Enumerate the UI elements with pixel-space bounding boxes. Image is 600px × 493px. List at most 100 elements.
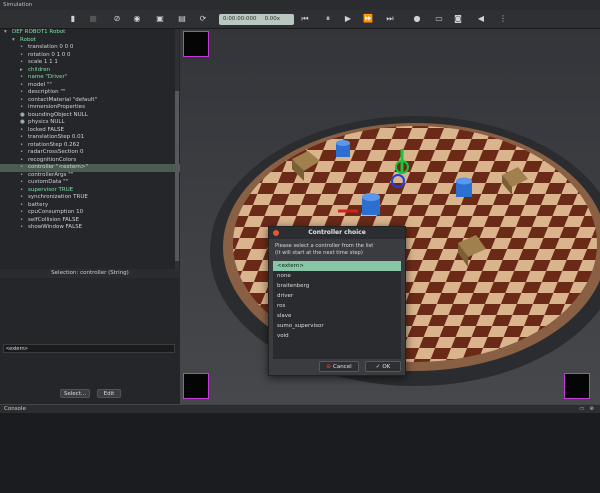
panel-icon[interactable]: ▮ [68,14,78,24]
tree-item-label: Robot [20,36,36,43]
edit-controller-button[interactable]: Edit [97,389,121,398]
controller-list[interactable]: <extern> none braitenberg driver ros slave sum… [273,261,401,359]
video-icon[interactable]: ▭ [434,14,444,24]
dialog-title: Controller choice [308,229,366,236]
tree-item[interactable]: ▾ DEF ROBOT1 Robot [0,29,180,37]
tree-item-label: translationStep 0.01 [28,134,85,140]
tree-item-label: battery [28,201,49,208]
console-header: Console ▭ ⊗ [0,404,600,413]
tree-item[interactable]: • name "Driver" [0,74,180,82]
controller-option[interactable]: none [273,271,401,281]
tree-item[interactable]: • battery [0,202,180,210]
bullet-icon: ● [20,111,25,118]
tree-item[interactable]: • locked FALSE [0,127,180,135]
scene-tree-scrollbar[interactable] [175,29,179,269]
step-back-icon[interactable]: ⏮ [300,14,310,24]
dialog-prompt-line1: Please select a controller from the list [275,243,374,249]
tree-item[interactable]: ● boundingObject NULL [0,112,180,120]
bullet-icon: • [20,224,24,230]
tree-item[interactable]: • scale 1 1 1 [0,59,180,67]
tree-item-label: rotation 0 1 0 0 [28,51,71,58]
bullet-icon: • [20,44,24,50]
bullet-icon: • [20,171,24,178]
tree-item[interactable]: • rotationStep 0.262 [0,142,180,150]
eye-icon[interactable]: ◉ [132,14,142,24]
bullet-icon: • [20,104,24,110]
bullet-icon: • [20,164,24,170]
main-toolbar: ▮ ■ ⊘ ◉ ▣ ▤ ⟳ 0:00:00:000 0.00x ⏮ ⏸ ▶ ⏩ … [0,10,600,29]
controller-option[interactable]: braitenberg [273,281,401,291]
bullet-icon: • [20,81,24,88]
volume-level-icon[interactable]: ⋮ [498,14,508,24]
fastest-icon[interactable]: ⏭ [385,14,395,24]
dialog-prompt: Please select a controller from the list… [275,243,403,257]
tree-item[interactable]: • translation 0 0 0 [0,44,180,52]
check-icon: ✓ [375,363,381,370]
tree-item[interactable]: • recognitionColors [0,157,180,165]
tree-item[interactable]: • contactMaterial "default" [0,97,180,105]
tree-item[interactable]: • description "" [0,89,180,97]
expander-icon[interactable]: ▸ [20,67,28,75]
tree-item-label: supervisor TRUE [28,186,74,193]
tree-item[interactable]: ▸ children [0,67,180,75]
scrollbar-thumb[interactable] [175,91,179,261]
play-icon[interactable]: ▶ [343,14,353,24]
tree-item-label: controllerArgs "" [28,171,74,178]
tree-item-label: description "" [28,89,66,95]
tree-item[interactable]: • controllerArgs "" [0,172,180,180]
record-icon[interactable]: ● [412,14,422,24]
tree-item-label: model "" [28,81,52,88]
cancel-button[interactable]: ⊘ Cancel [319,361,359,372]
tree-item[interactable]: • customData "" [0,179,180,187]
tree-item[interactable]: ▾ Robot [0,37,180,45]
scene-tree-panel: ▾ DEF ROBOT1 Robot ▾ Robot • translation 0 0 … [0,29,180,404]
tree-item-label: customData "" [28,179,69,185]
expander-icon[interactable]: ▾ [12,37,20,45]
target-icon[interactable]: ⊘ [112,14,122,24]
pause-icon[interactable]: ⏸ [323,14,333,24]
controller-option[interactable]: void [273,331,401,341]
controller-option[interactable]: ros [273,301,401,311]
controller-field-input[interactable] [3,344,175,353]
bullet-icon: • [20,216,24,223]
tree-item[interactable]: • controller "<extern>" [0,164,180,172]
save-alt-icon[interactable]: ▤ [177,14,187,24]
save-icon[interactable]: ▣ [155,14,165,24]
controller-option[interactable]: <extern> [273,261,401,271]
tree-item-label: showWindow FALSE [28,224,83,230]
tree-item[interactable]: • supervisor TRUE [0,187,180,195]
tree-item-label: rotationStep 0.262 [28,141,80,148]
controller-option[interactable]: driver [273,291,401,301]
blank-icon[interactable]: ■ [88,14,98,24]
bullet-icon: • [20,156,24,163]
tree-item[interactable]: • cpuConsumption 10 [0,209,180,217]
bullet-icon: • [20,141,24,148]
simulation-time: 0:00:00:000 [223,16,257,22]
tree-item[interactable]: • translationStep 0.01 [0,134,180,142]
tree-item[interactable]: ● physics NULL [0,119,180,127]
controller-option[interactable]: slave [273,311,401,321]
tree-item[interactable]: • model "" [0,82,180,90]
expander-icon[interactable]: ▾ [4,29,12,37]
controller-option[interactable]: sumo_supervisor [273,321,401,331]
reload-icon[interactable]: ⟳ [198,14,208,24]
tree-item-label: radarCrossSection 0 [28,149,84,155]
bullet-icon: • [20,51,24,58]
tree-item-label: synchronization TRUE [28,194,88,200]
tree-item[interactable]: • rotation 0 1 0 0 [0,52,180,60]
tree-item[interactable]: • selfCollision FALSE [0,217,180,225]
bullet-icon: • [20,179,24,185]
select-controller-button[interactable]: Select... [60,389,90,398]
fast-forward-icon[interactable]: ⏩ [363,14,373,24]
tree-item[interactable]: • showWindow FALSE [0,224,180,232]
ok-button[interactable]: ✓ OK [365,361,401,372]
camera-icon[interactable]: ◙ [453,14,463,24]
tree-item[interactable]: • immersionProperties [0,104,180,112]
console-output[interactable] [0,413,600,493]
tree-item[interactable]: • synchronization TRUE [0,194,180,202]
tree-item-label: translation 0 0 0 [28,44,74,50]
viewport-corner-bottom-left [183,373,209,399]
volume-icon[interactable]: ◀ [476,14,486,24]
field-editor-title: Selection: controller (String) [0,269,180,278]
tree-item[interactable]: • radarCrossSection 0 [0,149,180,157]
